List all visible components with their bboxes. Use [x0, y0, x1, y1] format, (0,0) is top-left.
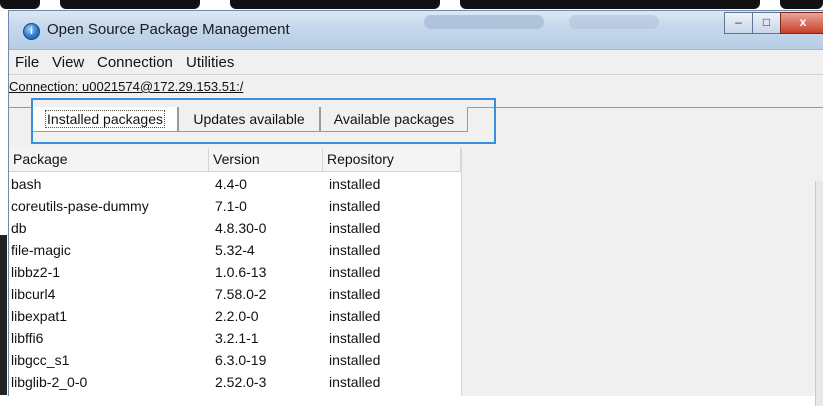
cell-repository: installed [329, 242, 381, 258]
cell-version: 7.1-0 [215, 198, 247, 214]
cell-package: bash [11, 176, 42, 192]
window-title: Open Source Package Management [47, 21, 290, 38]
cell-version: 5.32-4 [215, 242, 255, 258]
menu-utilities[interactable]: Utilities [186, 54, 234, 71]
highlight-annotation [31, 98, 496, 144]
table-row[interactable]: file-magic 5.32-4 installed [9, 239, 461, 261]
cell-repository: installed [329, 220, 381, 236]
connection-status: Connection: u0021574@172.29.153.51:/ [9, 79, 244, 94]
cell-version: 4.4-0 [215, 176, 247, 192]
cell-version: 1.0.6-13 [215, 264, 267, 280]
cell-package: coreutils-pase-dummy [11, 198, 149, 214]
maximize-button[interactable]: □ [752, 12, 781, 34]
cell-version: 3.2.1-1 [215, 330, 259, 346]
cell-repository: installed [329, 198, 381, 214]
column-header-repository[interactable]: Repository [323, 148, 461, 171]
scrollbar[interactable] [815, 181, 823, 406]
column-header-package[interactable]: Package [9, 148, 209, 171]
table-header: Package Version Repository [9, 148, 461, 172]
minimize-button[interactable]: – [724, 12, 753, 34]
cell-repository: installed [329, 352, 381, 368]
blur-region [569, 15, 659, 29]
menu-view[interactable]: View [52, 54, 84, 71]
close-button[interactable]: x [780, 12, 823, 34]
app-icon: i [23, 23, 40, 40]
menu-connection[interactable]: Connection [97, 54, 173, 71]
cell-package: libcurl4 [11, 286, 56, 302]
column-header-version[interactable]: Version [209, 148, 323, 171]
cell-package: libglib-2_0-0 [11, 374, 88, 390]
cell-package: libexpat1 [11, 308, 68, 324]
cell-package: libffi6 [11, 330, 44, 346]
background-edge [0, 235, 7, 395]
menu-bar: File View Connection Utilities [9, 50, 823, 75]
cell-version: 2.2.0-0 [215, 308, 259, 324]
table-row[interactable]: libgcc_s1 6.3.0-19 installed [9, 349, 461, 371]
cell-repository: installed [329, 374, 381, 390]
cell-repository: installed [329, 264, 381, 280]
cell-repository: installed [329, 308, 381, 324]
cell-version: 6.3.0-19 [215, 352, 267, 368]
table-row[interactable]: db 4.8.30-0 installed [9, 217, 461, 239]
blur-region [424, 15, 544, 29]
tab-panel: Package Version Repository bash 4.4-0 inst… [9, 135, 823, 396]
cell-package: db [11, 220, 27, 236]
cell-package: file-magic [11, 242, 71, 258]
cell-repository: installed [329, 176, 381, 192]
cell-version: 7.58.0-2 [215, 286, 267, 302]
cell-repository: installed [329, 330, 381, 346]
cell-version: 2.52.0-3 [215, 374, 267, 390]
empty-area [464, 149, 823, 396]
cell-package: libbz2-1 [11, 264, 61, 280]
table-row[interactable]: libffi6 3.2.1-1 installed [9, 327, 461, 349]
app-window: i Open Source Package Management – □ x F… [8, 10, 823, 406]
table-row[interactable]: libcurl4 7.58.0-2 installed [9, 283, 461, 305]
cell-package: libgcc_s1 [11, 352, 70, 368]
table-row[interactable]: bash 4.4-0 installed [9, 173, 461, 195]
table-row[interactable]: libglib-2_0-0 2.52.0-3 installed [9, 371, 461, 393]
cell-version: 4.8.30-0 [215, 220, 267, 236]
table-row[interactable]: libbz2-1 1.0.6-13 installed [9, 261, 461, 283]
packages-table[interactable]: Package Version Repository bash 4.4-0 inst… [9, 148, 462, 396]
cell-repository: installed [329, 286, 381, 302]
table-row[interactable]: libexpat1 2.2.0-0 installed [9, 305, 461, 327]
title-bar[interactable]: i Open Source Package Management – □ x [9, 11, 823, 50]
menu-file[interactable]: File [15, 54, 39, 71]
table-row[interactable]: coreutils-pase-dummy 7.1-0 installed [9, 195, 461, 217]
